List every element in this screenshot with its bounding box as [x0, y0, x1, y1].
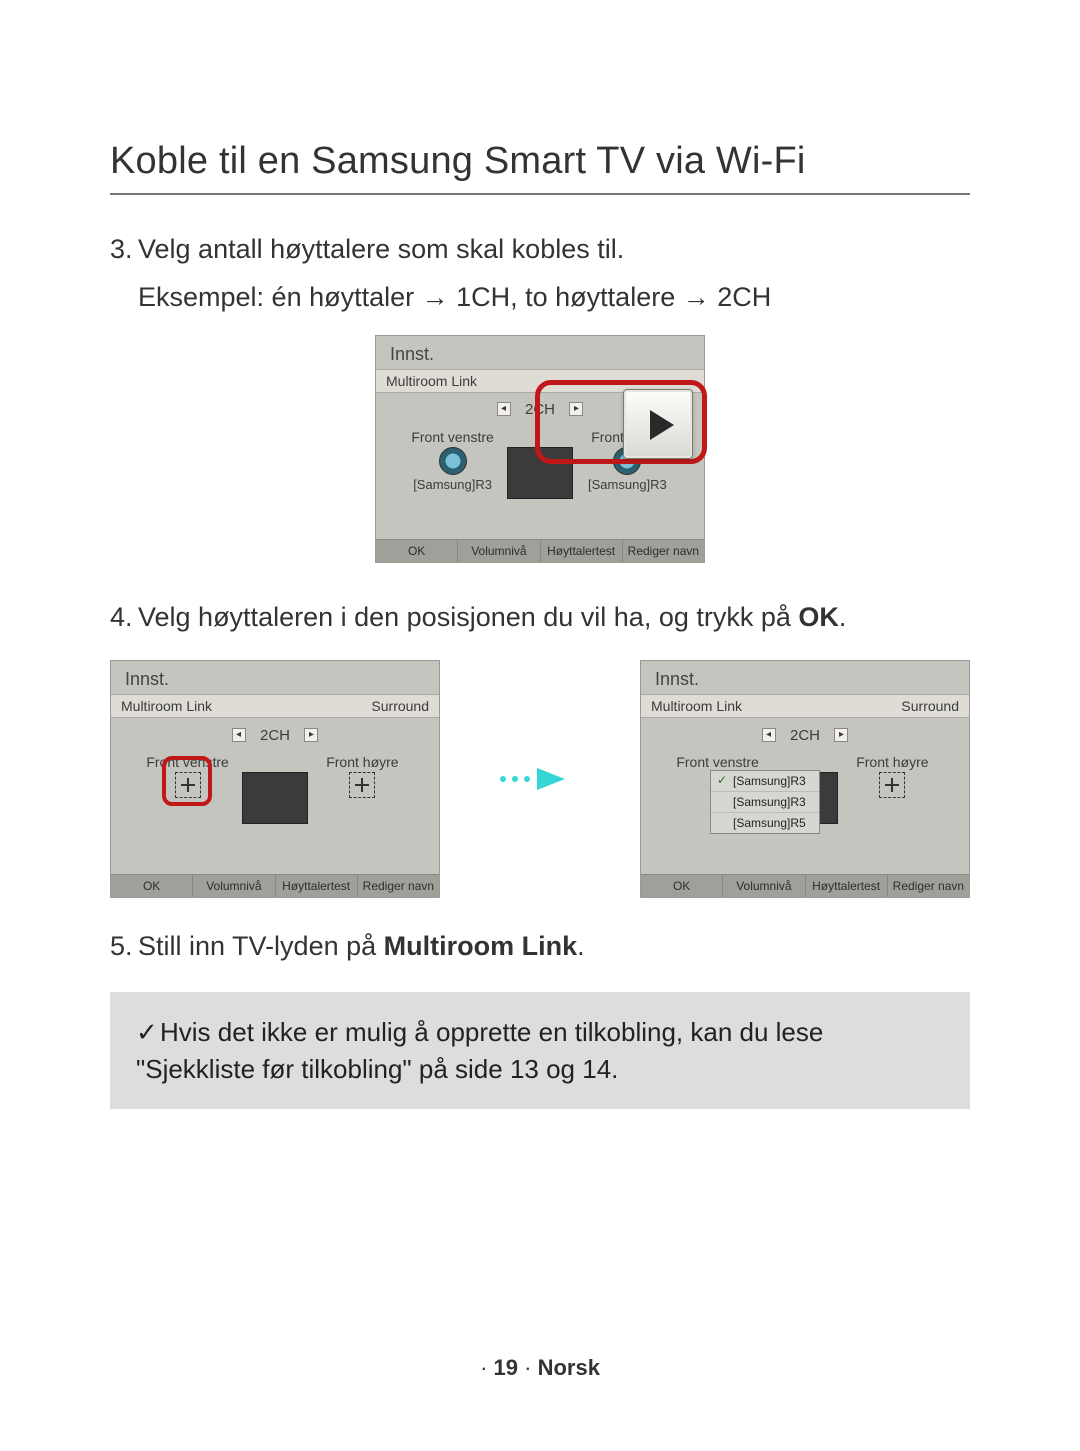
footer-test-button[interactable]: Høyttalertest — [806, 875, 888, 897]
front-left-label: Front venstre — [133, 754, 242, 770]
step-4-num: 4. — [110, 599, 138, 637]
note-text: Hvis det ikke er mulig å opprette en til… — [136, 1017, 823, 1083]
panel-sub-left: Multiroom Link — [386, 373, 477, 389]
channel-value: 2CH — [525, 401, 555, 418]
channel-next-button[interactable]: ▸ — [834, 728, 848, 742]
tv-box-icon — [507, 447, 573, 499]
page-language: Norsk — [538, 1355, 600, 1380]
speaker-icon[interactable] — [439, 447, 467, 475]
step-3-line1: Velg antall høyttalere som skal kobles t… — [138, 234, 624, 264]
settings-panel-left: Innst. Multiroom Link Surround ◂ 2CH ▸ F… — [110, 660, 440, 898]
front-left-label: Front venstre — [398, 429, 507, 445]
channel-value: 2CH — [260, 727, 290, 744]
channel-selector: ◂ 2CH ▸ — [111, 718, 439, 750]
flow-arrow-icon — [497, 766, 583, 792]
channel-selector: ◂ 2CH ▸ — [641, 718, 969, 750]
front-left-label: Front venstre — [663, 754, 772, 770]
footer-ok-button[interactable]: OK — [376, 540, 458, 562]
footer-rename-button[interactable]: Rediger navn — [888, 875, 969, 897]
footer-test-button[interactable]: Høyttalertest — [276, 875, 358, 897]
panel-title: Innst. — [376, 336, 704, 369]
check-icon: ✓ — [136, 1014, 160, 1050]
channel-value: 2CH — [790, 727, 820, 744]
speaker-dropdown[interactable]: [Samsung]R3 [Samsung]R3 [Samsung]R5 — [710, 770, 820, 834]
speaker-left-name: [Samsung]R3 — [398, 477, 507, 492]
step-3-example: Eksempel: én høyttaler → 1CH, to høyttal… — [110, 279, 970, 317]
step-5-text: Still inn TV-lyden på — [138, 931, 384, 961]
step-4-ok: OK — [798, 602, 839, 632]
note-box: ✓Hvis det ikke er mulig å opprette en ti… — [110, 992, 970, 1109]
footer-volume-button[interactable]: Volumnivå — [723, 875, 805, 897]
arrow-icon: → — [683, 282, 710, 312]
dropdown-item[interactable]: [Samsung]R3 — [711, 792, 819, 813]
panel-sub-left: Multiroom Link — [121, 698, 212, 714]
add-speaker-button[interactable] — [349, 772, 375, 798]
dropdown-item[interactable]: [Samsung]R5 — [711, 813, 819, 833]
footer-rename-button[interactable]: Rediger navn — [623, 540, 704, 562]
panel-sub-left: Multiroom Link — [651, 698, 742, 714]
footer-rename-button[interactable]: Rediger navn — [358, 875, 439, 897]
front-right-label: Front høyre — [308, 754, 417, 770]
step-3-num: 3. — [110, 231, 138, 269]
page-number: 19 — [494, 1355, 518, 1380]
play-icon — [623, 389, 693, 459]
panel-footer: OK Volumnivå Høyttalertest Rediger navn — [641, 874, 969, 897]
footer-ok-button[interactable]: OK — [111, 875, 193, 897]
footer-ok-button[interactable]: OK — [641, 875, 723, 897]
speaker-right-name: [Samsung]R3 — [573, 477, 682, 492]
footer-volume-button[interactable]: Volumnivå — [458, 540, 540, 562]
step-5-num: 5. — [110, 928, 138, 966]
channel-prev-button[interactable]: ◂ — [762, 728, 776, 742]
panel-footer: OK Volumnivå Høyttalertest Rediger navn — [376, 539, 704, 562]
channel-next-button[interactable]: ▸ — [569, 402, 583, 416]
add-speaker-button[interactable] — [879, 772, 905, 798]
front-right-label: Front høyre — [838, 754, 947, 770]
channel-next-button[interactable]: ▸ — [304, 728, 318, 742]
step-4: 4.Velg høyttaleren i den posisjonen du v… — [110, 599, 970, 637]
page-title: Koble til en Samsung Smart TV via Wi-Fi — [110, 140, 970, 195]
step-3: 3.Velg antall høyttalere som skal kobles… — [110, 231, 970, 269]
step-4-text: Velg høyttaleren i den posisjonen du vil… — [138, 602, 798, 632]
panel-footer: OK Volumnivå Høyttalertest Rediger navn — [111, 874, 439, 897]
add-speaker-button[interactable] — [175, 772, 201, 798]
panel-title: Innst. — [641, 661, 969, 694]
figure-2-row: Innst. Multiroom Link Surround ◂ 2CH ▸ F… — [110, 660, 970, 898]
panel-sub-right: Surround — [901, 698, 959, 714]
step-5: 5.Still inn TV-lyden på Multiroom Link. — [110, 928, 970, 966]
channel-prev-button[interactable]: ◂ — [232, 728, 246, 742]
page-footer: · 19 · Norsk — [0, 1355, 1080, 1381]
step-5-ml: Multiroom Link — [384, 931, 577, 961]
arrow-icon: → — [422, 282, 449, 312]
dropdown-item[interactable]: [Samsung]R3 — [711, 771, 819, 792]
figure-1: Innst. Multiroom Link ◂ 2CH ▸ Front vens… — [375, 335, 705, 563]
footer-volume-button[interactable]: Volumnivå — [193, 875, 275, 897]
channel-prev-button[interactable]: ◂ — [497, 402, 511, 416]
footer-test-button[interactable]: Høyttalertest — [541, 540, 623, 562]
panel-title: Innst. — [111, 661, 439, 694]
tv-box-icon — [242, 772, 308, 824]
panel-sub-right: Surround — [371, 698, 429, 714]
